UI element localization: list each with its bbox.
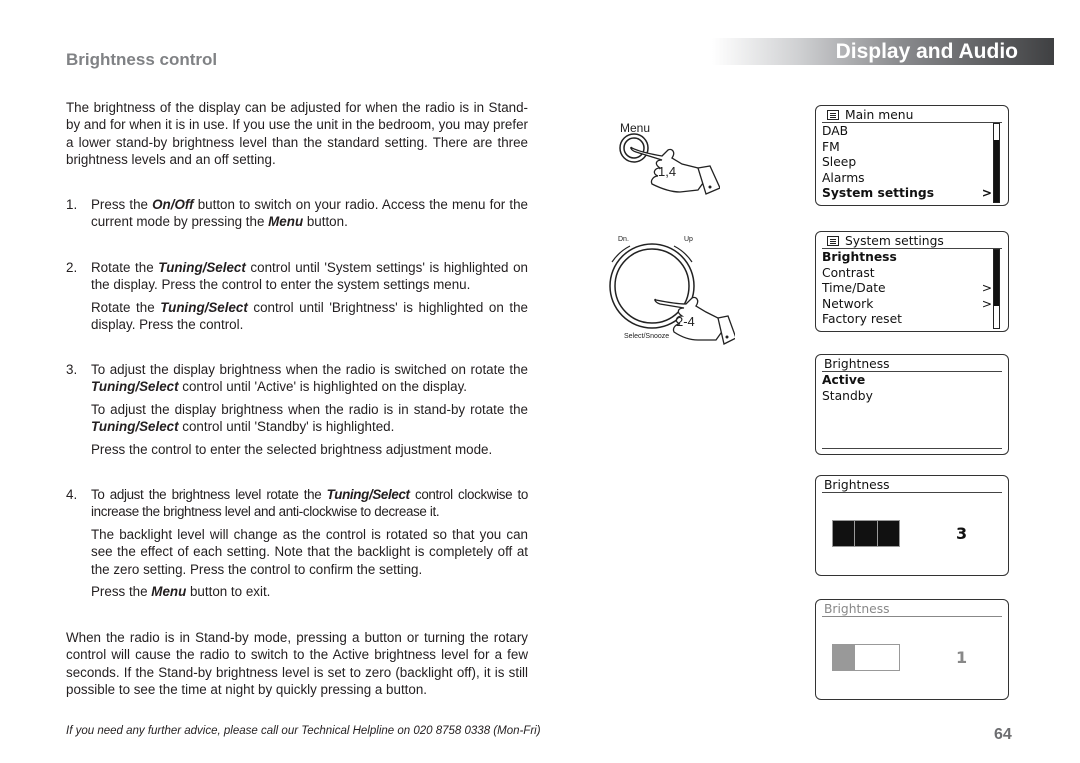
lcd-brightness-level-standby: Brightness 1 [815, 599, 1009, 700]
brightness-level-bar [832, 644, 900, 671]
menu-item-sleep[interactable]: Sleep [822, 155, 992, 171]
scrollbar[interactable] [993, 123, 1000, 203]
menu-icon [827, 109, 839, 120]
chapter-banner: Display and Audio [712, 38, 1054, 65]
page-number: 64 [994, 726, 1012, 743]
closing-paragraph: When the radio is in Stand-by mode, pres… [66, 630, 528, 698]
step-4: 4. To adjust the brightness level rotate… [66, 487, 528, 600]
brightness-level-value: 3 [956, 524, 968, 543]
settings-item-network[interactable]: Network > [822, 297, 992, 313]
menu-icon [827, 235, 839, 246]
brightness-segment [877, 521, 899, 546]
brightness-item-standby[interactable]: Standby [822, 389, 992, 405]
step-1: 1. Press the On/Off button to switch on … [66, 197, 528, 230]
brightness-segment [833, 645, 855, 670]
settings-item-time-date[interactable]: Time/Date > [822, 281, 992, 297]
helpline-note: If you need any further advice, please c… [66, 725, 541, 737]
menu-item-alarms[interactable]: Alarms [822, 171, 992, 187]
dial-step-label: 2-4 [676, 314, 695, 329]
settings-item-contrast[interactable]: Contrast [822, 266, 992, 282]
brightness-segment [877, 645, 899, 670]
step-2: 2. Rotate the Tuning/Select control unti… [66, 260, 528, 333]
lcd-brightness-mode: Brightness Active Standby [815, 354, 1009, 455]
menu-item-system-settings[interactable]: System settings > [822, 186, 992, 202]
section-title: Brightness control [66, 50, 218, 69]
brightness-segment [855, 645, 877, 670]
menu-item-dab[interactable]: DAB [822, 124, 992, 140]
settings-item-factory-reset[interactable]: Factory reset [822, 312, 992, 328]
brightness-item-active[interactable]: Active [822, 373, 992, 389]
brightness-segment [855, 521, 878, 546]
menu-step-label: 1,4 [658, 164, 677, 179]
intro-paragraph: The brightness of the display can be adj… [66, 100, 528, 168]
chapter-title: Display and Audio [835, 40, 1018, 63]
divider [822, 448, 1002, 449]
settings-item-brightness[interactable]: Brightness [822, 250, 992, 266]
lcd-main-menu: Main menu DAB FM Sleep Alarms System set… [815, 105, 1009, 206]
dial-select-snooze-label: Select/Snooze [624, 333, 670, 340]
lcd-system-settings: System settings Brightness Contrast Time… [815, 231, 1009, 332]
lcd-brightness-level-active: Brightness 3 [815, 475, 1009, 576]
menu-item-fm[interactable]: FM [822, 140, 992, 156]
brightness-level-bar [832, 520, 900, 547]
scrollbar[interactable] [993, 249, 1000, 329]
brightness-level-value: 1 [956, 648, 968, 667]
step-3: 3. To adjust the display brightness when… [66, 362, 528, 457]
brightness-segment [833, 521, 856, 546]
